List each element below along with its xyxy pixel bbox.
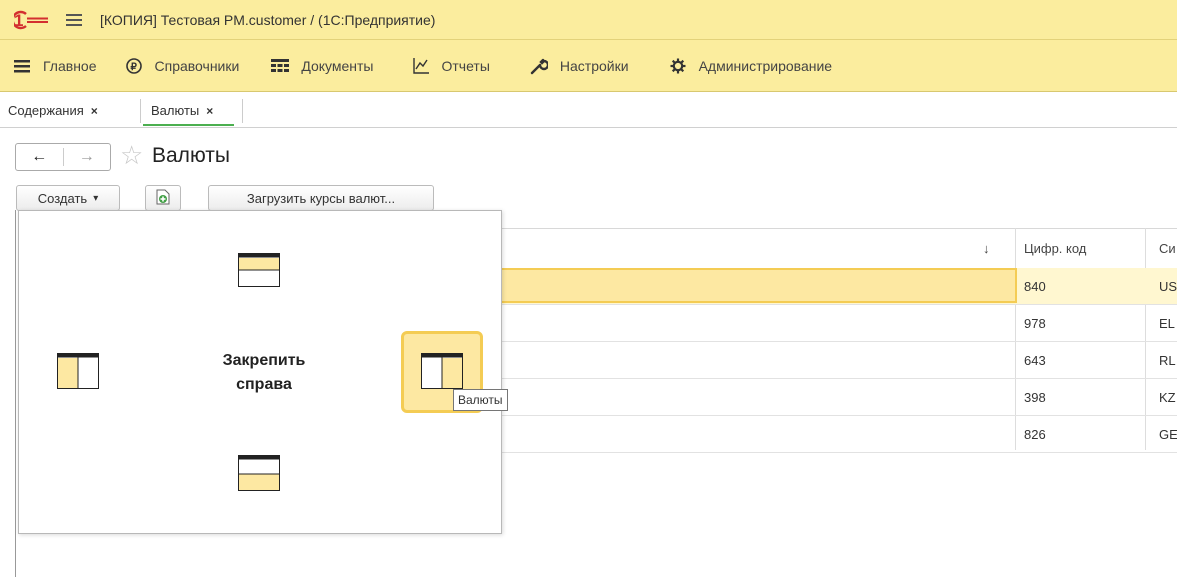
tab-currencies[interactable]: Валюты × [151, 93, 213, 128]
cell-symbol: KZ [1159, 389, 1176, 405]
new-document-icon [156, 189, 170, 208]
menu-item-administration-label: Администрирование [698, 57, 833, 74]
dock-position-popup: Закрепить справа [18, 210, 502, 534]
tab-contents-label: Содержания [8, 103, 84, 118]
1c-logo-icon: 1 [11, 10, 50, 30]
active-tab-indicator [143, 124, 234, 126]
close-icon[interactable]: × [91, 104, 98, 118]
back-button[interactable]: ← [16, 144, 63, 170]
ruble-icon: ₽ [125, 57, 143, 75]
column-header-symbol[interactable]: Си [1159, 229, 1176, 268]
navigation-buttons: ← → [15, 143, 111, 171]
window-title: [КОПИЯ] Тестовая PM.customer / (1С:Предп… [100, 11, 436, 28]
tab-contents[interactable]: Содержания × [8, 93, 98, 128]
tab-divider [140, 99, 141, 123]
dock-right-icon [421, 352, 463, 392]
cell-numeric-code: 826 [1024, 426, 1046, 442]
cell-symbol: US [1159, 278, 1177, 294]
chart-icon [412, 57, 430, 75]
load-exchange-rates-button[interactable]: Загрузить курсы валют... [208, 185, 434, 211]
forward-button[interactable]: → [64, 144, 111, 170]
dock-hint-line1: Закрепить [222, 352, 306, 369]
tab-divider [242, 99, 243, 123]
create-button[interactable]: Создать ▾ [16, 185, 120, 211]
column-header-numeric-code[interactable]: Цифр. код [1024, 229, 1086, 268]
form-left-border [15, 210, 16, 577]
gear-icon [669, 57, 687, 75]
menu-item-catalogs-label: Справочники [154, 57, 240, 74]
cell-symbol: GE [1159, 426, 1177, 442]
cell-numeric-code: 398 [1024, 389, 1046, 405]
dock-hint-line2: справа [236, 376, 292, 393]
menu-item-settings-label: Настройки [559, 57, 629, 74]
menu-item-documents[interactable]: Документы [271, 40, 374, 92]
table-icon [271, 57, 290, 75]
cell-symbol: EL [1159, 315, 1175, 331]
menu-item-main[interactable]: Главное [13, 40, 97, 92]
dock-hint-label: Закрепить справа [189, 349, 339, 397]
menu-item-main-label: Главное [43, 57, 97, 74]
tab-currencies-label: Валюты [151, 103, 200, 118]
section-panel: Главное ₽ Справочники Документы Отчеты Н… [0, 40, 1177, 92]
create-button-label: Создать [37, 190, 88, 206]
title-bar: 1 [КОПИЯ] Тестовая PM.customer / (1С:Пре… [0, 0, 1177, 40]
copy-document-button[interactable] [145, 185, 181, 211]
dock-top-icon[interactable] [238, 253, 280, 290]
dock-left-icon[interactable] [57, 353, 99, 392]
chevron-down-icon: ▾ [93, 192, 99, 204]
cell-numeric-code: 840 [1024, 278, 1046, 294]
menu-item-catalogs[interactable]: ₽ Справочники [125, 40, 240, 92]
tooltip: Валюты [453, 389, 508, 411]
selected-cell[interactable] [480, 268, 1017, 303]
favorite-star-icon[interactable]: ☆ [120, 140, 143, 170]
menu-item-administration[interactable]: Администрирование [669, 40, 833, 92]
menu-item-reports[interactable]: Отчеты [412, 40, 490, 92]
menu-item-documents-label: Документы [301, 57, 374, 74]
sort-arrow-icon[interactable]: ↓ [983, 229, 990, 268]
cell-numeric-code: 978 [1024, 315, 1046, 331]
cell-symbol: RL [1159, 352, 1176, 368]
menu-item-reports-label: Отчеты [441, 57, 490, 74]
svg-text:₽: ₽ [130, 62, 137, 73]
menu-item-settings[interactable]: Настройки [530, 40, 629, 92]
cell-numeric-code: 643 [1024, 352, 1046, 368]
main-menu-icon[interactable] [66, 13, 82, 26]
wrench-icon [530, 57, 548, 75]
page-title: Валюты [152, 144, 230, 167]
dock-bottom-icon[interactable] [238, 455, 280, 494]
burger-icon [13, 57, 31, 75]
close-icon[interactable]: × [206, 104, 213, 118]
open-windows-tabs: Содержания × Валюты × [0, 93, 1177, 128]
